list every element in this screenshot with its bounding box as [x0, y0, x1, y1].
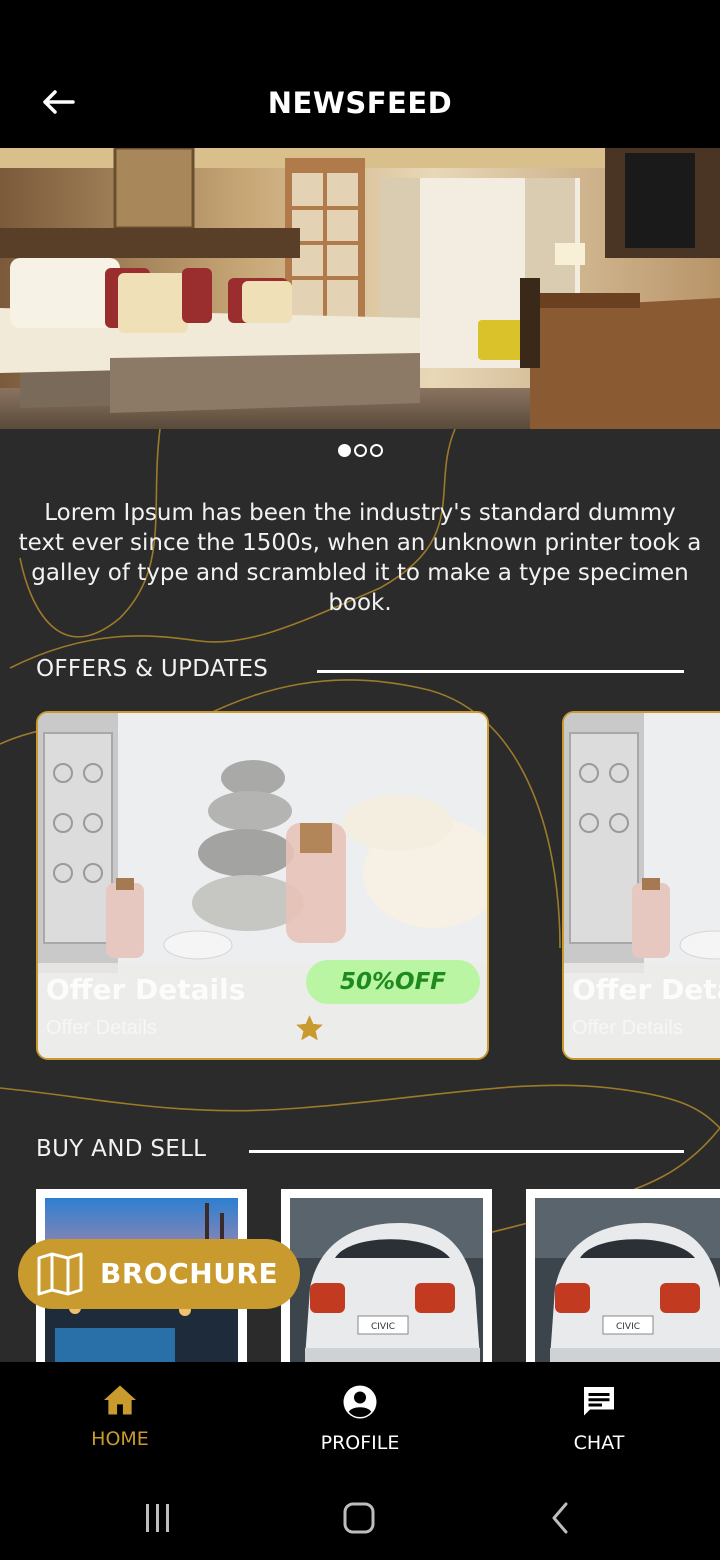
spa-image	[38, 713, 487, 1058]
recent-apps-button[interactable]	[128, 1496, 188, 1540]
car-image: CIVIC	[535, 1198, 720, 1362]
chat-icon	[584, 1387, 614, 1416]
nav-home-label: HOME	[91, 1428, 149, 1450]
brochure-label: BROCHURE	[100, 1257, 279, 1290]
map-icon	[37, 1252, 83, 1296]
listing-card[interactable]: CIVIC	[526, 1189, 720, 1362]
chevron-left-icon	[552, 1502, 568, 1534]
divider	[317, 670, 684, 673]
discount-badge: 50%OFF	[306, 960, 480, 1004]
car-image: CIVIC	[290, 1198, 483, 1362]
buy-sell-section-title: BUY AND SELL	[36, 1136, 207, 1162]
carousel-dot[interactable]	[369, 444, 383, 457]
carousel-indicators	[0, 444, 720, 457]
offer-subtitle: Offer Details	[572, 1017, 683, 1039]
offer-card[interactable]: Offer Details Offer Details 50%OFF	[36, 711, 489, 1060]
nav-chat[interactable]: CHAT	[519, 1384, 679, 1456]
home-system-button[interactable]	[329, 1496, 389, 1540]
offer-title: Offer Details	[572, 973, 720, 1006]
account-circle-icon	[343, 1385, 377, 1419]
offers-section-title: OFFERS & UPDATES	[36, 656, 269, 682]
offer-card[interactable]: Offer Details Offer Details	[562, 711, 720, 1060]
nav-profile-label: PROFILE	[320, 1432, 400, 1454]
app-bar: NEWSFEED	[0, 60, 720, 148]
bottom-navigation: HOME PROFILE CHAT	[0, 1362, 720, 1472]
home-square-icon	[343, 1502, 375, 1534]
listing-card[interactable]: CIVIC	[281, 1189, 492, 1362]
system-navigation-bar	[0, 1472, 720, 1560]
intro-text: Lorem Ipsum has been the industry's stan…	[18, 500, 702, 616]
nav-profile[interactable]: PROFILE	[280, 1384, 440, 1456]
brochure-button[interactable]: BROCHURE	[18, 1239, 300, 1309]
status-bar	[0, 0, 720, 60]
newsfeed-content[interactable]: Lorem Ipsum has been the industry's stan…	[0, 148, 720, 1362]
nav-home[interactable]: HOME	[40, 1384, 200, 1456]
offer-title: Offer Details	[46, 973, 246, 1006]
divider	[249, 1150, 684, 1153]
offer-subtitle: Offer Details	[46, 1017, 157, 1039]
recent-apps-icon	[146, 1504, 169, 1532]
page-title: NEWSFEED	[267, 86, 453, 120]
spa-image	[564, 713, 720, 1058]
home-icon	[104, 1385, 136, 1415]
carousel-dot[interactable]	[337, 444, 351, 457]
nav-chat-label: CHAT	[573, 1432, 625, 1454]
carousel-dot[interactable]	[353, 444, 367, 457]
star-icon	[296, 1015, 323, 1040]
hero-carousel[interactable]	[0, 148, 720, 429]
svg-text:CIVIC: CIVIC	[616, 1322, 640, 1332]
hotel-room-image	[0, 148, 720, 429]
svg-text:CIVIC: CIVIC	[371, 1322, 395, 1332]
back-system-button[interactable]	[530, 1496, 590, 1540]
